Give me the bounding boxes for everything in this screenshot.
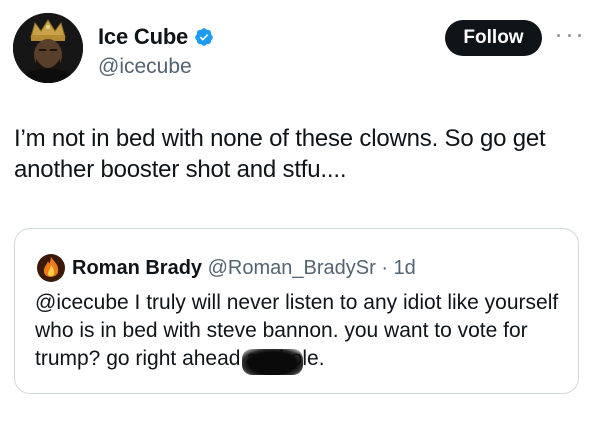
quoted-author-avatar[interactable] [37,254,65,282]
tweet-text: I’m not in bed with none of these clowns… [14,125,546,183]
censored-word: asshole [242,347,319,375]
quoted-text-end: . [318,347,325,370]
author-name-row: Ice Cube [98,24,214,50]
tweet-card: Ice Cube @icecube Follow I’m not in bed … [0,0,595,428]
fire-avatar-icon [37,254,65,282]
author-handle[interactable]: @icecube [98,55,192,79]
quoted-separator: · [381,257,388,279]
more-dot [567,33,571,37]
more-options-icon[interactable] [557,28,581,42]
king-crown-avatar-icon [13,13,83,83]
censor-blot [242,349,304,375]
author-avatar[interactable] [13,13,83,83]
quoted-handle[interactable]: @Roman_BradySr [208,257,376,279]
quoted-tweet[interactable]: Roman Brady @Roman_BradySr · 1d @icecube… [14,228,579,394]
more-dot [578,33,581,37]
quoted-header: Roman Brady @Roman_BradySr · 1d [72,255,416,281]
follow-button[interactable]: Follow [445,20,542,56]
quoted-display-name[interactable]: Roman Brady [72,257,202,279]
more-dot [557,33,560,37]
quoted-timestamp[interactable]: 1d [394,257,416,279]
verified-badge-icon [195,28,213,46]
quoted-text: @icecube I truly will never listen to an… [35,289,565,375]
author-display-name[interactable]: Ice Cube [98,24,188,50]
